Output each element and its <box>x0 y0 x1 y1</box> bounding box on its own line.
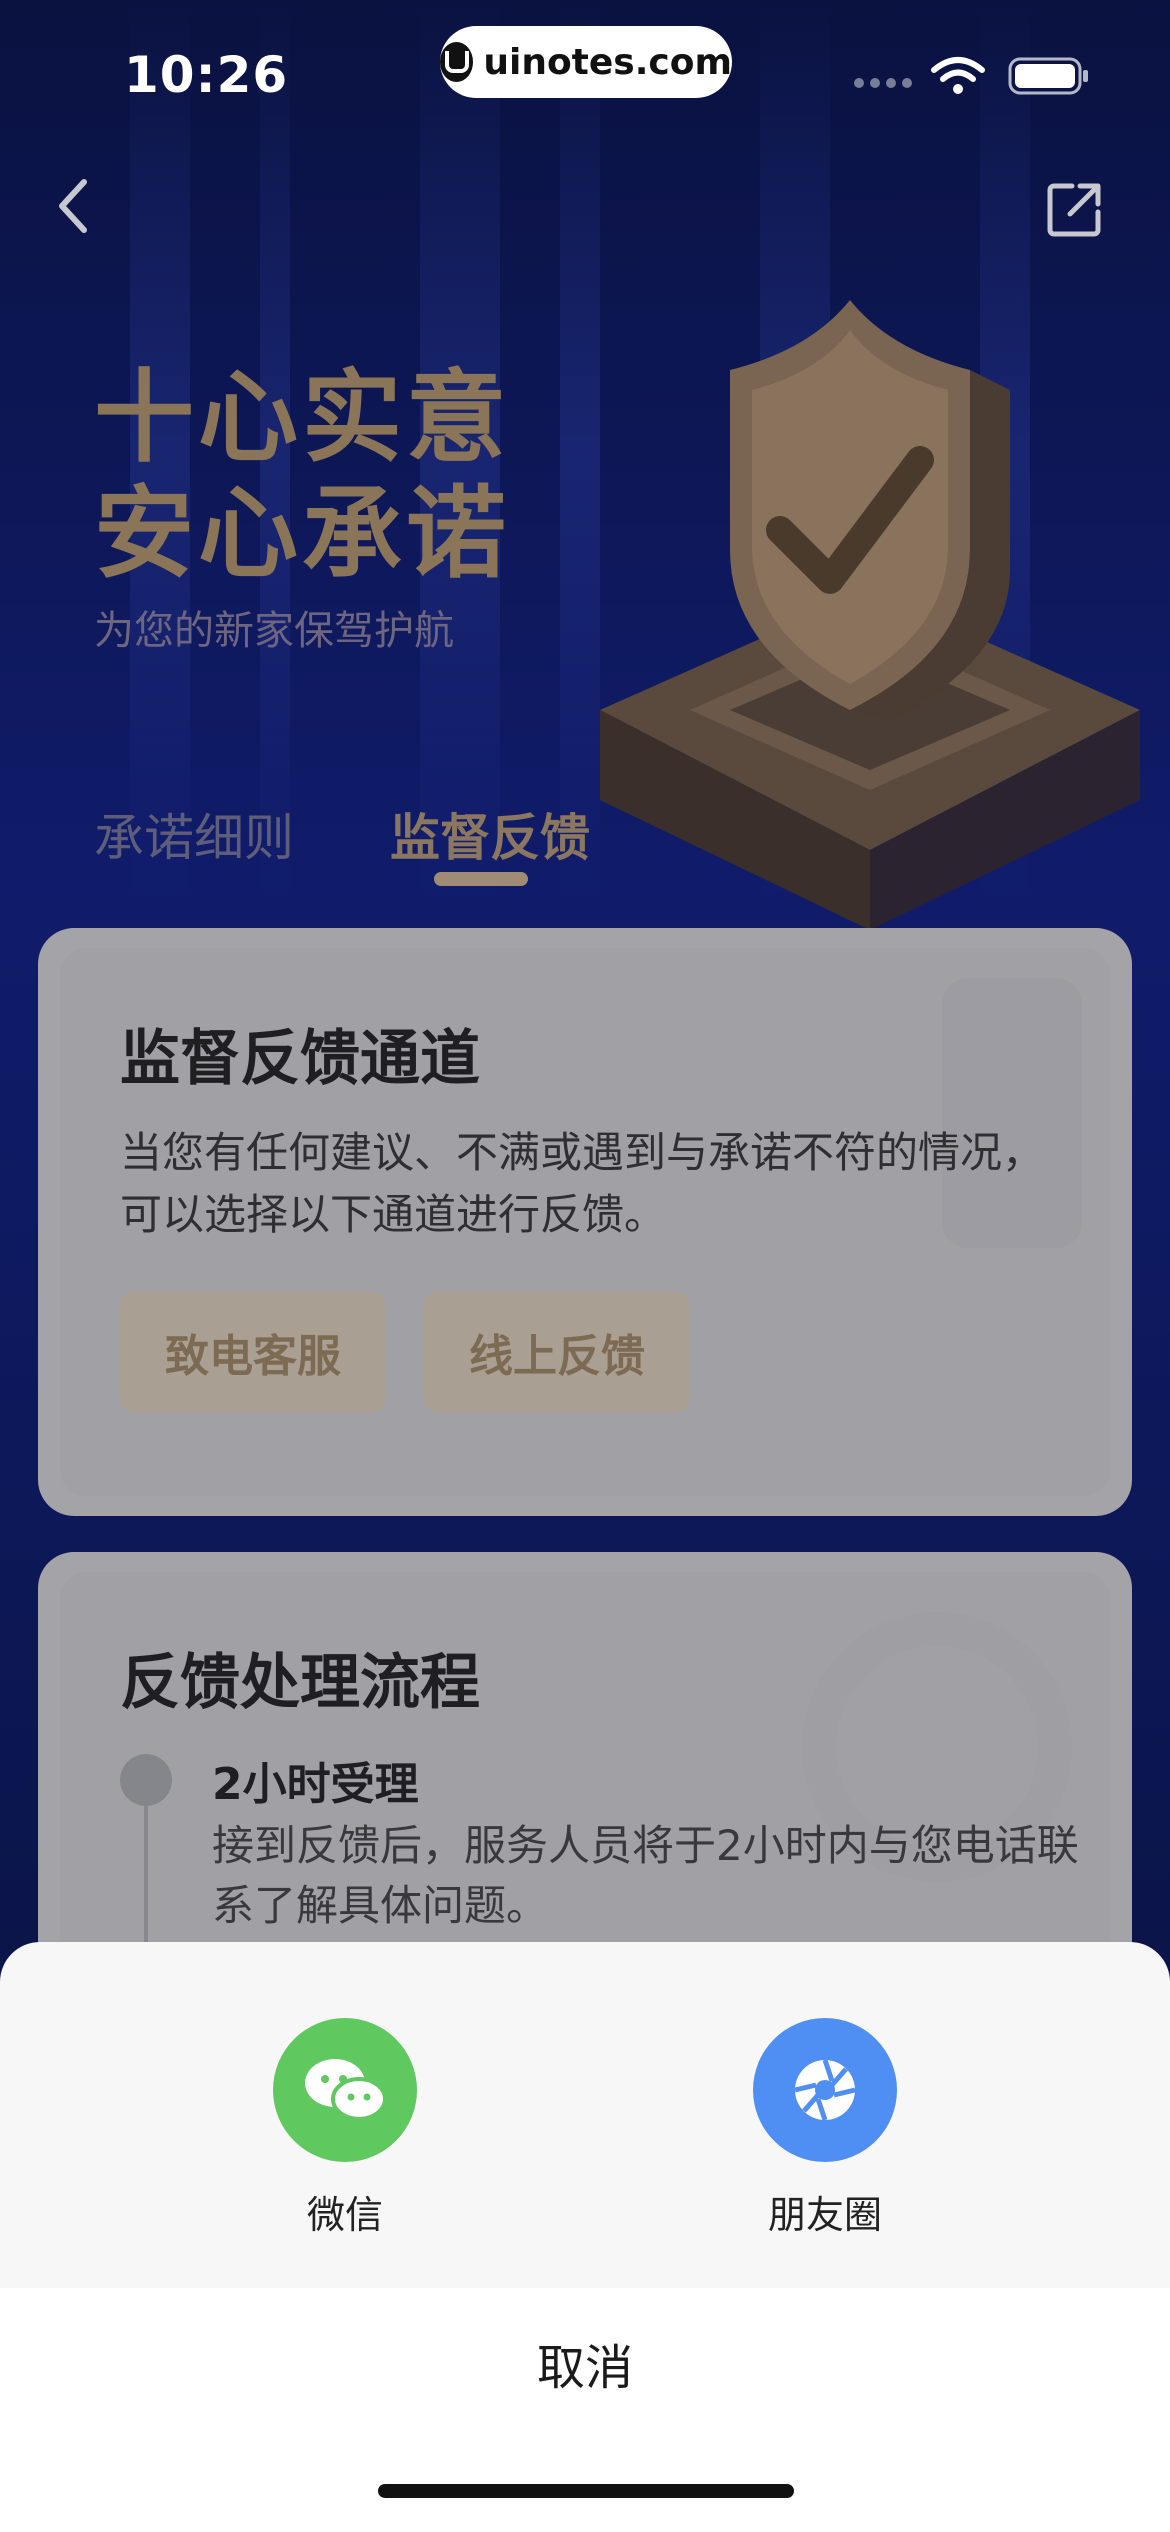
share-option-wechat[interactable]: 微信 <box>235 2018 455 2239</box>
cancel-button[interactable]: 取消 <box>0 2288 1170 2438</box>
step-dot <box>120 1754 172 1806</box>
hero-title-line1: 十心实意 <box>94 359 510 476</box>
hero-subtitle: 为您的新家保驾护航 <box>94 608 454 654</box>
call-service-button[interactable]: 致电客服 <box>120 1292 386 1412</box>
share-option-moments[interactable]: 朋友圈 <box>715 2018 935 2239</box>
online-feedback-button[interactable]: 线上反馈 <box>424 1292 690 1412</box>
wechat-icon[interactable] <box>273 2018 417 2162</box>
share-option-label: 朋友圈 <box>767 2193 882 2237</box>
step-text: 接到反馈后，服务人员将于2小时内与您电话联系了解具体问题。 <box>212 1821 1079 1930</box>
url-badge: uinotes.com <box>440 26 732 98</box>
screen: 10:26 uinotes.com 十心实意 安心承诺 为您的新家保驾护航 承诺… <box>0 0 1170 2532</box>
battery-icon <box>1008 57 1088 95</box>
home-indicator[interactable] <box>378 2484 794 2498</box>
step-title: 2小时受理 <box>212 1759 419 1810</box>
tab-active-indicator <box>434 872 528 886</box>
moments-icon[interactable] <box>753 2018 897 2162</box>
hero-title-line2: 安心承诺 <box>94 475 510 592</box>
tab-supervision-feedback[interactable]: 监督反馈 <box>390 798 590 870</box>
cellular-signal-icon <box>854 78 912 88</box>
hero-title: 十心实意 安心承诺 <box>94 360 510 592</box>
feedback-process-title: 反馈处理流程 <box>120 1648 480 1718</box>
shield-illustration <box>600 300 1140 930</box>
share-sheet: 微信 朋友圈 取消 <box>0 1942 1170 2532</box>
share-option-label: 微信 <box>306 2193 383 2237</box>
status-time: 10:26 <box>124 46 289 104</box>
url-text: uinotes.com <box>483 41 732 83</box>
feedback-channel-card: 监督反馈通道 当您有任何建议、不满或遇到与承诺不符的情况，可以选择以下通道进行反… <box>38 928 1132 1516</box>
back-icon[interactable] <box>50 176 96 236</box>
tab-bar: 承诺细则 监督反馈 <box>94 798 590 870</box>
feedback-channel-title: 监督反馈通道 <box>120 1024 480 1094</box>
uinotes-logo-icon <box>440 42 474 82</box>
share-icon[interactable] <box>1046 180 1104 238</box>
tab-commitment-rules[interactable]: 承诺细则 <box>94 798 294 870</box>
feedback-channel-description: 当您有任何建议、不满或遇到与承诺不符的情况，可以选择以下通道进行反馈。 <box>120 1128 1045 1239</box>
wifi-icon <box>931 57 985 94</box>
